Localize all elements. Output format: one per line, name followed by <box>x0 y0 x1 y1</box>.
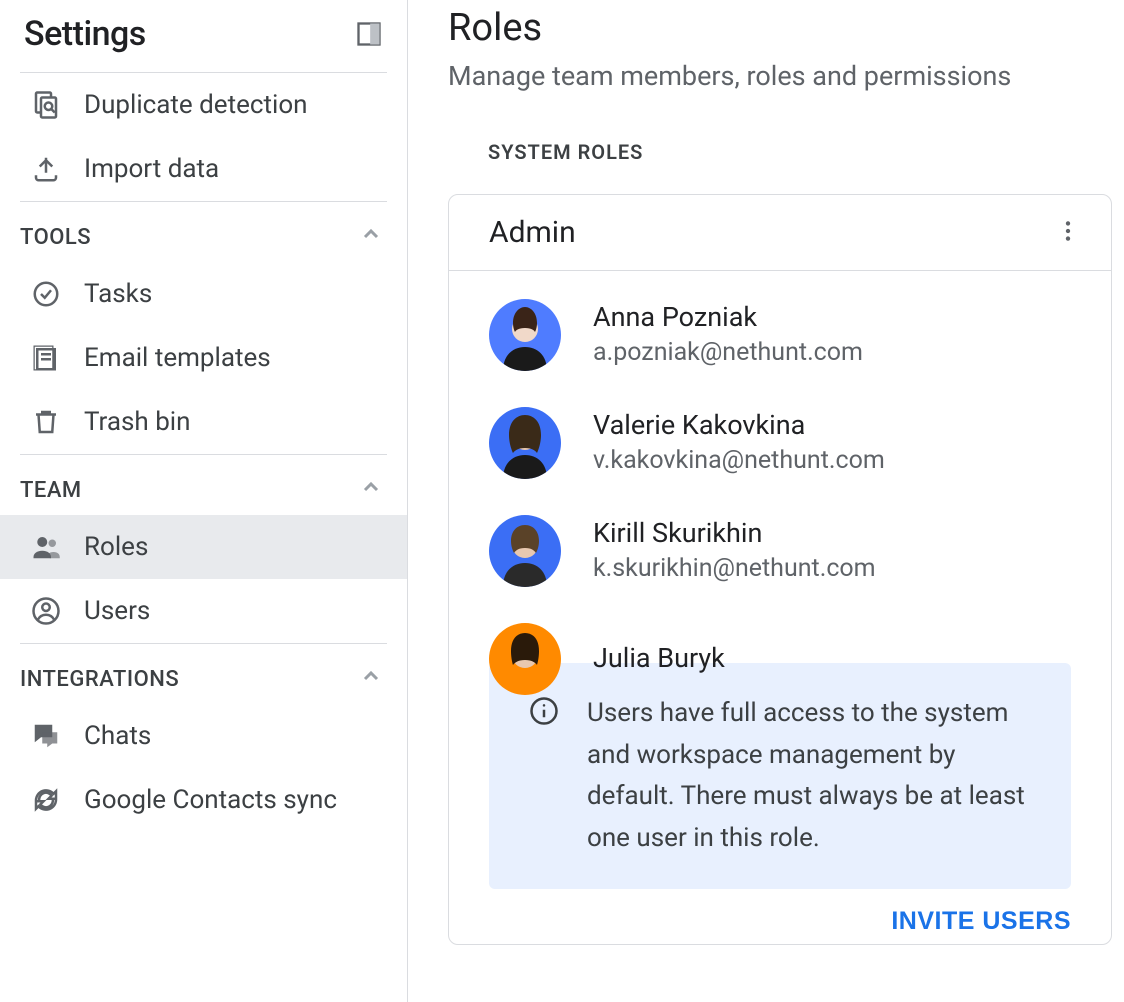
users-icon <box>30 595 62 627</box>
sidebar-item-label: Import data <box>84 154 219 184</box>
sidebar-item-label: Email templates <box>84 343 271 373</box>
templates-icon <box>30 342 62 374</box>
avatar <box>489 407 561 479</box>
system-roles-label: SYSTEM ROLES <box>488 140 1124 164</box>
sidebar-item-label: Roles <box>84 532 148 562</box>
chevron-up-icon <box>359 222 383 252</box>
panel-collapse-icon[interactable] <box>355 20 383 48</box>
user-email: v.kakovkina@nethunt.com <box>593 446 885 475</box>
role-card-body: Anna Pozniak a.pozniak@nethunt.com Valer… <box>449 271 1111 889</box>
sidebar-title: Settings <box>24 14 146 54</box>
sidebar-item-label: Google Contacts sync <box>84 785 337 815</box>
sidebar-item-duplicate-detection[interactable]: Duplicate detection <box>0 73 407 137</box>
info-text: Users have full access to the system and… <box>587 693 1031 859</box>
sidebar-item-label: Chats <box>84 721 151 751</box>
main-content: Roles Manage team members, roles and per… <box>408 0 1124 1002</box>
sidebar-item-label: Users <box>84 596 150 626</box>
sidebar-item-import-data[interactable]: Import data <box>0 137 407 201</box>
tasks-icon <box>30 278 62 310</box>
role-card-header: Admin <box>449 195 1111 271</box>
sidebar-item-roles[interactable]: Roles <box>0 515 407 579</box>
sidebar-item-users[interactable]: Users <box>0 579 407 643</box>
user-email: k.skurikhin@nethunt.com <box>593 554 876 583</box>
sidebar-item-google-contacts-sync[interactable]: Google Contacts sync <box>0 768 407 832</box>
user-name: Kirill Skurikhin <box>593 519 876 549</box>
roles-icon <box>30 531 62 563</box>
user-name: Anna Pozniak <box>593 303 863 333</box>
sidebar-item-label: Tasks <box>84 279 152 309</box>
info-icon <box>529 696 559 740</box>
more-vert-icon[interactable] <box>1055 218 1081 248</box>
sidebar-item-tasks[interactable]: Tasks <box>0 262 407 326</box>
sidebar-item-label: Duplicate detection <box>84 90 308 120</box>
sidebar-item-email-templates[interactable]: Email templates <box>0 326 407 390</box>
settings-sidebar: Settings Duplicate detection Import data… <box>0 0 408 1002</box>
chevron-up-icon <box>359 664 383 694</box>
import-icon <box>30 153 62 185</box>
section-header-tools[interactable]: TOOLS <box>0 202 407 262</box>
user-name: Julia Buryk <box>593 644 725 674</box>
section-label: TEAM <box>20 478 82 503</box>
sidebar-item-chats[interactable]: Chats <box>0 704 407 768</box>
duplicate-icon <box>30 89 62 121</box>
chevron-up-icon <box>359 475 383 505</box>
trash-icon <box>30 406 62 438</box>
role-info-box: Users have full access to the system and… <box>489 663 1071 889</box>
page-subtitle: Manage team members, roles and permissio… <box>448 60 1124 92</box>
user-row[interactable]: Kirill Skurikhin k.skurikhin@nethunt.com <box>489 515 1071 587</box>
sidebar-header: Settings <box>0 6 407 72</box>
sidebar-item-label: Trash bin <box>84 407 190 437</box>
section-header-team[interactable]: TEAM <box>0 455 407 515</box>
page-title: Roles <box>448 0 1124 50</box>
user-row[interactable]: Valerie Kakovkina v.kakovkina@nethunt.co… <box>489 407 1071 479</box>
section-header-integrations[interactable]: INTEGRATIONS <box>0 644 407 704</box>
avatar <box>489 299 561 371</box>
avatar <box>489 515 561 587</box>
chats-icon <box>30 720 62 752</box>
invite-row: INVITE USERS <box>449 889 1111 944</box>
user-name: Valerie Kakovkina <box>593 411 885 441</box>
user-email: a.pozniak@nethunt.com <box>593 338 863 367</box>
role-card-admin: Admin Anna Pozniak a.pozniak@nethunt.com <box>448 194 1112 945</box>
invite-users-button[interactable]: INVITE USERS <box>891 907 1071 936</box>
user-row[interactable]: Anna Pozniak a.pozniak@nethunt.com <box>489 299 1071 371</box>
sync-icon <box>30 784 62 816</box>
sidebar-item-trash-bin[interactable]: Trash bin <box>0 390 407 454</box>
avatar <box>489 623 561 695</box>
section-label: TOOLS <box>20 225 91 250</box>
role-name: Admin <box>489 215 576 250</box>
section-label: INTEGRATIONS <box>20 667 179 692</box>
